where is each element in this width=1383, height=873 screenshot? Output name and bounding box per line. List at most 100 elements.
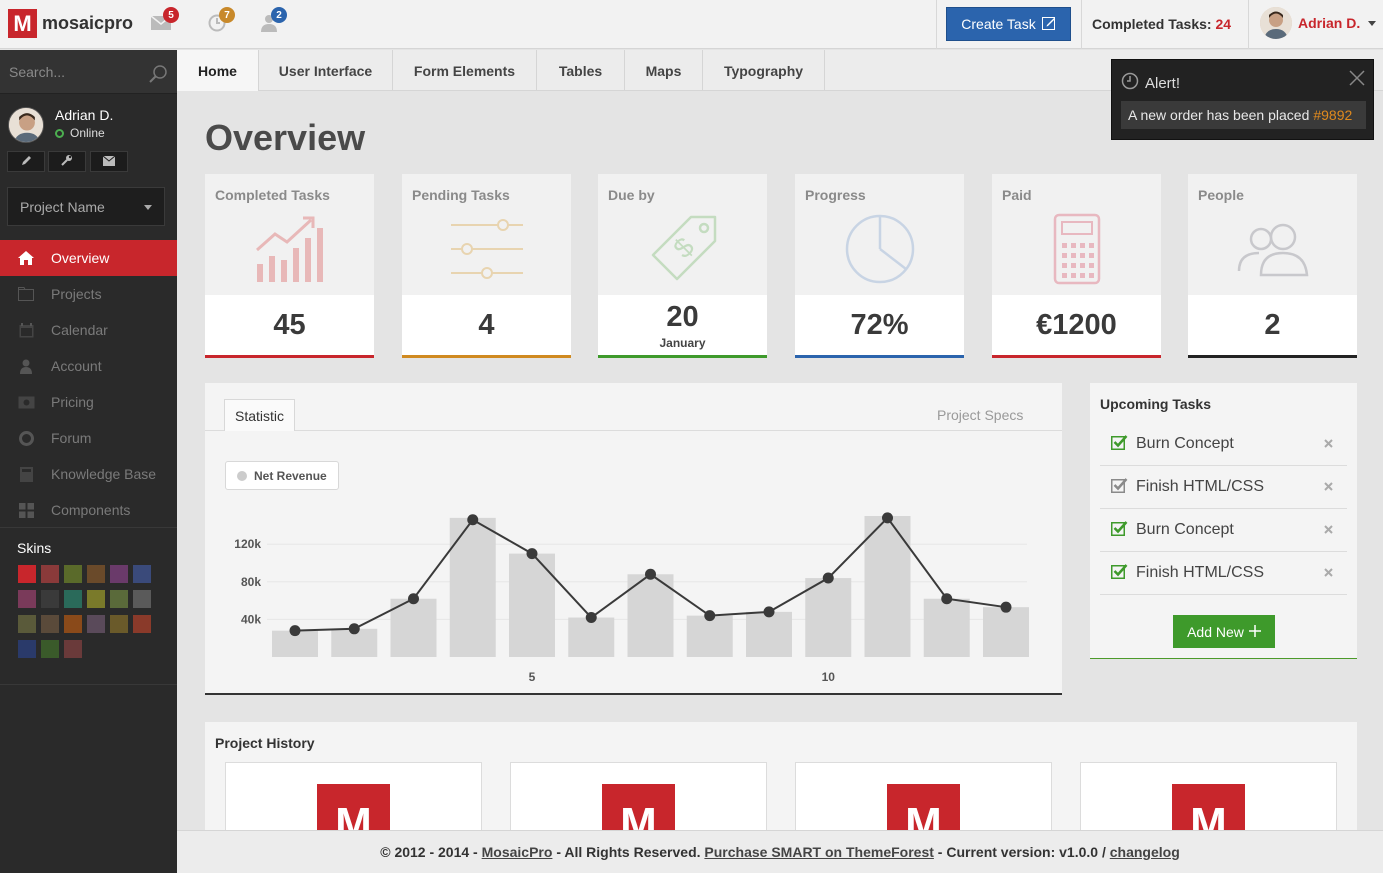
sidebar-item-pricing[interactable]: Pricing	[0, 384, 177, 420]
chart-point[interactable]	[408, 593, 419, 605]
project-select[interactable]: Project Name	[7, 187, 165, 226]
checkbox-icon[interactable]	[1111, 434, 1128, 455]
skin-swatch[interactable]	[64, 590, 82, 608]
skin-swatch[interactable]	[87, 565, 105, 583]
footer-changelog-link[interactable]: changelog	[1110, 844, 1180, 860]
chart-point[interactable]	[941, 593, 953, 605]
skin-swatch[interactable]	[64, 615, 82, 633]
stat-card-due-by[interactable]: Due by $ 20 January	[598, 174, 767, 358]
messages-button[interactable]	[90, 151, 128, 172]
tab-form-elements[interactable]: Form Elements	[393, 50, 537, 91]
search-icon[interactable]	[148, 64, 168, 89]
skin-swatch[interactable]	[18, 615, 36, 633]
edit-profile-button[interactable]	[7, 151, 45, 172]
footer-brand-link[interactable]: MosaicPro	[482, 844, 553, 860]
tab-typography[interactable]: Typography	[703, 50, 825, 91]
chart-point[interactable]	[645, 568, 656, 580]
sidebar-item-knowledge-base[interactable]: Knowledge Base	[0, 456, 177, 492]
chart-bar[interactable]	[449, 517, 496, 657]
users-notification[interactable]: 2	[259, 7, 287, 34]
chart-point[interactable]	[585, 612, 597, 624]
sidebar-item-account[interactable]: Account	[0, 348, 177, 384]
tab-user-interface[interactable]: User Interface	[259, 50, 393, 91]
skin-swatch[interactable]	[41, 565, 59, 583]
checkbox-icon[interactable]	[1111, 563, 1128, 584]
chart-bar[interactable]	[805, 578, 852, 657]
skin-swatch[interactable]	[41, 615, 59, 633]
sidebar-item-overview[interactable]: Overview	[0, 240, 177, 276]
skin-swatch[interactable]	[133, 590, 151, 608]
tab-maps[interactable]: Maps	[625, 50, 703, 91]
skin-swatch[interactable]	[41, 590, 59, 608]
sidebar-item-forum[interactable]: Forum	[0, 420, 177, 456]
chart-bar[interactable]	[864, 516, 911, 657]
skin-swatch[interactable]	[18, 640, 36, 658]
delete-icon[interactable]	[1324, 564, 1333, 582]
avatar[interactable]	[8, 107, 44, 143]
sidebar-search	[0, 50, 177, 94]
chart-bar[interactable]	[509, 553, 555, 657]
chart-point[interactable]	[882, 512, 893, 524]
chart-bar[interactable]	[923, 598, 970, 657]
sidebar-item-projects[interactable]: Projects	[0, 276, 177, 312]
stat-card-paid[interactable]: Paid €1200	[992, 174, 1161, 358]
skin-swatch[interactable]	[41, 640, 59, 658]
chart-point[interactable]	[763, 606, 775, 618]
skin-swatch[interactable]	[110, 565, 128, 583]
delete-icon[interactable]	[1324, 521, 1333, 539]
chart-bar[interactable]	[686, 615, 733, 657]
chart-bar[interactable]	[746, 611, 792, 657]
checkbox-icon[interactable]	[1111, 520, 1128, 541]
task-item[interactable]: Finish HTML/CSS	[1100, 552, 1347, 595]
skin-swatch[interactable]	[18, 590, 36, 608]
chart-point[interactable]	[822, 572, 834, 584]
delete-icon[interactable]	[1324, 435, 1333, 453]
skin-swatch[interactable]	[110, 615, 128, 633]
skin-swatch[interactable]	[133, 615, 151, 633]
settings-button[interactable]	[48, 151, 86, 172]
history-card[interactable]: M	[1080, 762, 1337, 830]
user-menu[interactable]: Adrian D.	[1260, 7, 1377, 39]
skin-swatch[interactable]	[64, 640, 82, 658]
skin-swatch[interactable]	[87, 615, 105, 633]
logo[interactable]: M mosaicpro	[8, 9, 133, 38]
checkbox-icon[interactable]	[1111, 477, 1128, 498]
add-new-task-button[interactable]: Add New	[1173, 615, 1275, 648]
skin-swatch[interactable]	[87, 590, 105, 608]
tab-home[interactable]: Home	[177, 50, 259, 91]
chart-point[interactable]	[704, 610, 716, 622]
skin-swatch[interactable]	[133, 565, 151, 583]
order-number[interactable]: #9892	[1313, 107, 1352, 123]
tab-tables[interactable]: Tables	[537, 50, 625, 91]
task-item[interactable]: Burn Concept	[1100, 423, 1347, 466]
stat-card-pending-tasks[interactable]: Pending Tasks 4	[402, 174, 571, 358]
chart-point[interactable]	[348, 623, 360, 635]
stat-card-people[interactable]: People 2	[1188, 174, 1357, 358]
create-task-button[interactable]: Create Task	[946, 7, 1071, 41]
messages-notification[interactable]: 5	[150, 7, 179, 34]
stat-card-progress[interactable]: Progress 72%	[795, 174, 964, 358]
chart-point[interactable]	[289, 625, 301, 637]
task-item[interactable]: Finish HTML/CSS	[1100, 466, 1347, 509]
skin-swatch[interactable]	[110, 590, 128, 608]
history-card[interactable]: M	[510, 762, 767, 830]
chart-point[interactable]	[526, 548, 538, 560]
clock-notification[interactable]: 7	[207, 7, 235, 34]
skin-swatch[interactable]	[64, 565, 82, 583]
close-icon[interactable]	[1349, 70, 1365, 91]
chart-point[interactable]	[467, 514, 479, 526]
sidebar-item-calendar[interactable]: Calendar	[0, 312, 177, 348]
stat-card-completed-tasks[interactable]: Completed Tasks 45	[205, 174, 374, 358]
chart-bar[interactable]	[568, 617, 615, 657]
footer-purchase-link[interactable]: Purchase SMART on ThemeForest	[704, 844, 934, 860]
delete-icon[interactable]	[1324, 478, 1333, 496]
search-input[interactable]	[0, 50, 140, 94]
skin-swatch[interactable]	[18, 565, 36, 583]
task-item[interactable]: Burn Concept	[1100, 509, 1347, 552]
alert-message-text: A new order has been placed	[1128, 107, 1310, 123]
history-card[interactable]: M	[225, 762, 482, 830]
chart-bar[interactable]	[983, 607, 1029, 657]
chart-point[interactable]	[1000, 601, 1012, 613]
history-card[interactable]: M	[795, 762, 1052, 830]
sidebar-item-components[interactable]: Components	[0, 492, 177, 528]
